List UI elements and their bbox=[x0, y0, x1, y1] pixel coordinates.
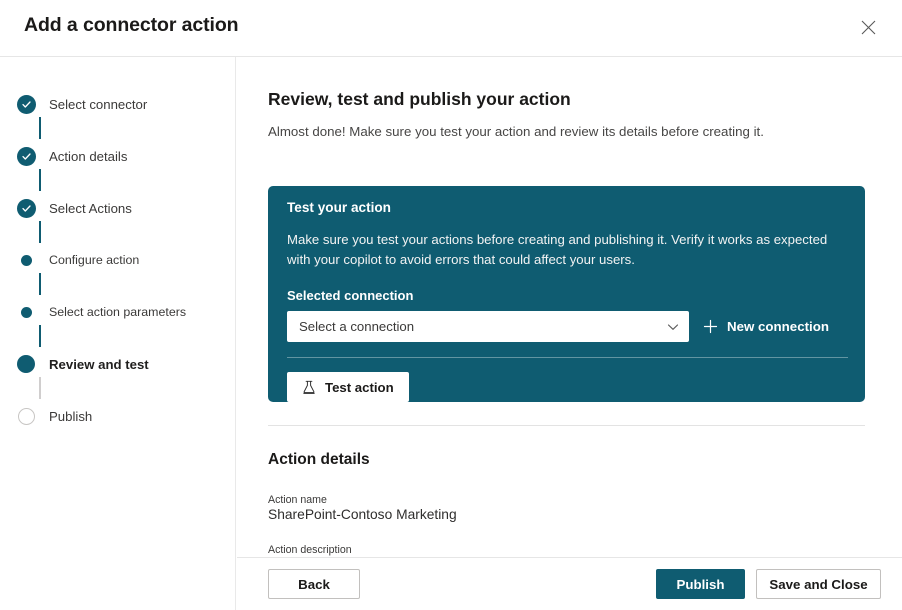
back-button[interactable]: Back bbox=[268, 569, 360, 599]
check-icon bbox=[17, 199, 36, 218]
main-panel: Review, test and publish your action Alm… bbox=[237, 57, 902, 610]
step-marker bbox=[14, 404, 38, 428]
step-label: Select Actions bbox=[49, 201, 132, 216]
new-connection-button[interactable]: New connection bbox=[703, 311, 829, 342]
new-connection-label: New connection bbox=[727, 319, 829, 334]
step-marker bbox=[14, 196, 38, 220]
stepper-connector bbox=[39, 221, 41, 243]
beaker-icon bbox=[302, 380, 316, 395]
connection-select-value: Select a connection bbox=[299, 319, 666, 334]
circle-outline-icon bbox=[18, 408, 35, 425]
stepper-connector bbox=[39, 273, 41, 295]
step-marker bbox=[14, 92, 38, 116]
section-divider bbox=[268, 425, 865, 426]
card-divider bbox=[287, 357, 848, 358]
close-icon bbox=[861, 20, 876, 35]
connection-select[interactable]: Select a connection bbox=[287, 311, 689, 342]
step-marker bbox=[14, 300, 38, 324]
plus-icon bbox=[703, 319, 718, 334]
dialog-footer: Back Publish Save and Close bbox=[237, 557, 902, 610]
sidebar-step-action-details[interactable]: Action details bbox=[14, 142, 229, 170]
step-label: Configure action bbox=[49, 253, 139, 267]
sidebar-step-configure-action[interactable]: Configure action bbox=[14, 246, 229, 274]
close-button[interactable] bbox=[850, 10, 886, 44]
dot-icon bbox=[21, 307, 32, 318]
sidebar-step-select-actions[interactable]: Select Actions bbox=[14, 194, 229, 222]
publish-button[interactable]: Publish bbox=[656, 569, 745, 599]
step-label: Review and test bbox=[49, 357, 149, 372]
main-scroll-region[interactable]: Review, test and publish your action Alm… bbox=[237, 57, 902, 557]
dot-icon bbox=[17, 355, 35, 373]
step-marker bbox=[14, 352, 38, 376]
sidebar-step-select-connector[interactable]: Select connector bbox=[14, 90, 229, 118]
step-label: Publish bbox=[49, 409, 92, 424]
dot-icon bbox=[21, 255, 32, 266]
wizard-stepper: Select connector Action details bbox=[14, 90, 229, 430]
sidebar-step-review-and-test[interactable]: Review and test bbox=[14, 350, 229, 378]
test-your-action-card: Test your action Make sure you test your… bbox=[268, 186, 865, 402]
step-label: Select connector bbox=[49, 97, 147, 112]
check-icon bbox=[17, 147, 36, 166]
save-and-close-button[interactable]: Save and Close bbox=[756, 569, 881, 599]
stepper-connector bbox=[39, 117, 41, 139]
test-action-label: Test action bbox=[325, 380, 394, 395]
selected-connection-label: Selected connection bbox=[287, 288, 413, 303]
stepper-connector bbox=[39, 325, 41, 347]
sidebar-step-select-action-parameters[interactable]: Select action parameters bbox=[14, 298, 229, 326]
step-label: Action details bbox=[49, 149, 127, 164]
main-subheading: Almost done! Make sure you test your act… bbox=[268, 124, 764, 139]
main-heading: Review, test and publish your action bbox=[268, 89, 571, 110]
action-description-label: Action description bbox=[268, 544, 352, 556]
wizard-sidebar: Select connector Action details bbox=[0, 57, 236, 610]
test-action-button[interactable]: Test action bbox=[287, 372, 409, 402]
chevron-down-icon bbox=[666, 320, 680, 334]
stepper-connector bbox=[39, 169, 41, 191]
page-title: Add a connector action bbox=[24, 14, 239, 37]
action-details-heading: Action details bbox=[268, 451, 370, 469]
step-marker bbox=[14, 144, 38, 168]
test-card-description: Make sure you test your actions before c… bbox=[287, 230, 853, 270]
check-icon bbox=[17, 95, 36, 114]
dialog-body: Select connector Action details bbox=[0, 57, 902, 610]
dialog-header: Add a connector action bbox=[0, 0, 902, 57]
action-name-value: SharePoint-Contoso Marketing bbox=[268, 507, 457, 522]
action-name-label: Action name bbox=[268, 494, 327, 506]
test-card-title: Test your action bbox=[287, 200, 391, 215]
step-label: Select action parameters bbox=[49, 305, 186, 319]
add-connector-action-dialog: Add a connector action bbox=[0, 0, 902, 610]
stepper-connector bbox=[39, 377, 41, 399]
sidebar-step-publish[interactable]: Publish bbox=[14, 402, 229, 430]
step-marker bbox=[14, 248, 38, 272]
